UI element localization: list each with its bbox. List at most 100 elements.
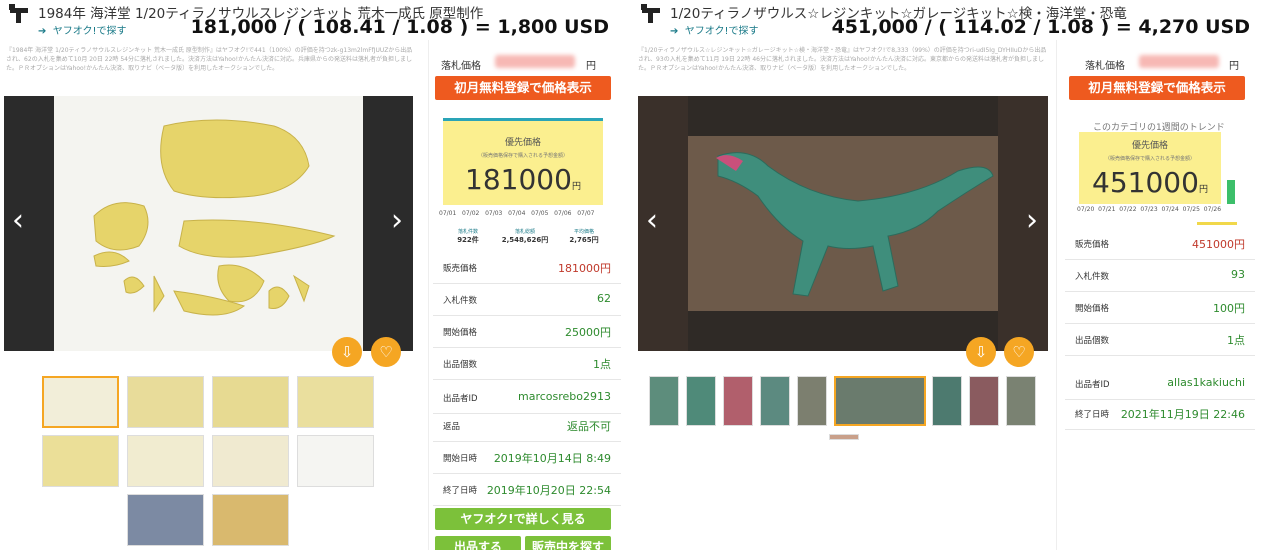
priority-price-box: 優先価格 （販売価格保存で購入される予想金額） 451000円 [1079, 132, 1221, 204]
stat-average: 平均価格 2,765円 [569, 229, 599, 244]
arrow-right-icon: ➔ [670, 26, 679, 37]
price-sidebar: 落札価格 円 初月無料登録で価格表示 このカテゴリの1週間のトレンド 優先価格 … [1056, 40, 1266, 550]
thumbnail-2[interactable] [686, 376, 716, 426]
row-sale-price: 販売価格 451000円 [1065, 228, 1255, 260]
sell-button[interactable]: 出品する [435, 536, 521, 550]
listing-header: 1/20ティラノザウルス☆レジンキット☆ガレージキット☆検・海洋堂・恐竜 ➔ ヤ… [632, 0, 1280, 40]
trend-dates: 07/01 07/02 07/03 07/04 07/05 07/06 07/0… [439, 210, 594, 217]
chevron-right-icon[interactable]: › [391, 206, 403, 236]
listing-description: 『1/20ティラノザウルス☆レジンキット☆ガレージキット☆検・海洋堂・恐竜』はヤ… [638, 47, 1047, 72]
thumbnail-7[interactable] [212, 435, 289, 487]
yahoo-search-link-label: ヤフオク!で探す [52, 26, 127, 37]
chevron-left-icon[interactable]: ‹ [646, 206, 658, 236]
priority-number: 451000 [1092, 166, 1199, 199]
row-start-price: 開始価格 100円 [1065, 292, 1255, 324]
row-value: 2021年11月19日 22:46 [1120, 408, 1245, 421]
register-button[interactable]: 初月無料登録で価格表示 [435, 76, 611, 100]
chevron-left-icon[interactable]: ‹ [12, 206, 24, 236]
row-value: 25000円 [565, 326, 611, 339]
register-button[interactable]: 初月無料登録で価格表示 [1069, 76, 1245, 100]
row-key: 出品者ID [443, 394, 478, 404]
share-icon[interactable]: ⇩ [966, 337, 996, 367]
listing-header: 1984年 海洋堂 1/20ティラノサウルスレジンキット 荒木一成氏 原型制作 … [0, 0, 623, 40]
date-3: 07/03 [485, 210, 503, 217]
thumbnail-2[interactable] [127, 376, 204, 428]
row-key: 開始価格 [443, 328, 478, 338]
date-2: 07/21 [1098, 206, 1116, 213]
thumbnail-6[interactable] [834, 376, 926, 426]
row-quantity: 出品個数 1点 [1065, 324, 1255, 356]
seller-link[interactable]: marcosrebo2913 [518, 390, 611, 403]
price-sidebar: 落札価格 円 初月無料登録で価格表示 優先価格 （販売価格保存で購入される予想金… [428, 40, 623, 550]
row-value: 181000円 [558, 262, 611, 275]
yahoo-search-link[interactable]: ➔ ヤフオク!で探す [38, 22, 127, 37]
thumbnail-3[interactable] [212, 376, 289, 428]
priority-price-box: 優先価格 （販売価格保存で購入される予想金額） 181000円 [443, 121, 603, 205]
date-6: 07/06 [554, 210, 572, 217]
thumbnail-10[interactable] [212, 494, 289, 546]
heart-icon[interactable]: ♡ [1004, 337, 1034, 367]
row-value: 93 [1231, 268, 1245, 281]
price-blurred [495, 55, 575, 68]
thumbnail-10[interactable] [829, 434, 859, 440]
stat-total: 落札総額 2,548,626円 [501, 229, 549, 244]
row-key: 出品者ID [1075, 380, 1110, 390]
stat-count: 落札件数 922件 [457, 229, 479, 244]
trend-dates: 07/20 07/21 07/22 07/23 07/24 07/25 07/2… [1077, 206, 1221, 213]
row-value: 1点 [1227, 334, 1245, 347]
row-value: 2019年10月14日 8:49 [493, 452, 611, 465]
row-value: 返品不可 [567, 420, 611, 433]
thumbnail-6[interactable] [127, 435, 204, 487]
chevron-right-icon[interactable]: › [1026, 206, 1038, 236]
heart-icon[interactable]: ♡ [371, 337, 401, 367]
right-listing-panel: 1/20ティラノザウルス☆レジンキット☆ガレージキット☆検・海洋堂・恐竜 ➔ ヤ… [632, 0, 1280, 550]
priority-label: 優先価格 [1131, 141, 1168, 151]
view-on-yahoo-button[interactable]: ヤフオク!で詳しく見る [435, 508, 611, 530]
date-7: 07/07 [577, 210, 595, 217]
yahoo-search-link[interactable]: ➔ ヤフオク!で探す [670, 22, 759, 37]
thumbnail-7[interactable] [932, 376, 962, 426]
row-start-date: 開始日時 2019年10月14日 8:49 [433, 442, 621, 474]
priority-label: 優先価格 [504, 138, 541, 148]
row-bids: 入札件数 62 [433, 284, 621, 316]
thumbnail-8[interactable] [969, 376, 999, 426]
date-6: 07/25 [1182, 206, 1200, 213]
row-start-price: 開始価格 25000円 [433, 316, 621, 348]
row-value: 2019年10月20日 22:54 [486, 484, 611, 497]
tool-logo-icon [9, 4, 28, 23]
row-key: 入札件数 [1075, 272, 1110, 282]
usd-conversion-formula: 181,000 / ( 108.41 / 1.08 ) = 1,800 USD [190, 16, 609, 38]
row-key: 出品個数 [1075, 336, 1110, 346]
row-value: 1点 [593, 358, 611, 371]
priority-note: （販売価格保存で購入される予想金額） [477, 153, 568, 159]
share-icon[interactable]: ⇩ [332, 337, 362, 367]
thumbnail-3[interactable] [723, 376, 753, 426]
thumbnail-1[interactable] [42, 376, 119, 428]
usd-conversion-formula: 451,000 / ( 114.02 / 1.08 ) = 4,270 USD [831, 16, 1250, 38]
thumbnail-5[interactable] [42, 435, 119, 487]
date-4: 07/23 [1140, 206, 1158, 213]
thumbnail-8[interactable] [297, 435, 374, 487]
row-key: 出品個数 [443, 360, 478, 370]
seller-link[interactable]: allas1kakiuchi [1167, 376, 1245, 389]
row-key: 開始価格 [1075, 304, 1110, 314]
yahoo-search-link-label: ヤフオク!で探す [684, 26, 759, 37]
thumbnail-5[interactable] [797, 376, 827, 426]
thumbnail-9[interactable] [127, 494, 204, 546]
thumbnail-4[interactable] [297, 376, 374, 428]
priority-value: 451000円 [1079, 166, 1221, 199]
priority-value: 181000円 [443, 163, 603, 196]
priority-number: 181000 [465, 163, 572, 196]
thumbnail-1[interactable] [649, 376, 679, 426]
priority-unit: 円 [1198, 185, 1208, 195]
price-unit: 円 [586, 61, 596, 72]
row-value: 451000円 [1192, 238, 1245, 251]
row-end-date: 終了日時 2019年10月20日 22:54 [433, 474, 621, 506]
row-value: 100円 [1213, 302, 1245, 315]
row-returns: 返品 返品不可 [433, 410, 621, 442]
thumbnail-4[interactable] [760, 376, 790, 426]
row-key: 開始日時 [443, 454, 478, 464]
date-4: 07/04 [508, 210, 526, 217]
thumbnail-9[interactable] [1006, 376, 1036, 426]
search-selling-button[interactable]: 販売中を探す [525, 536, 611, 550]
